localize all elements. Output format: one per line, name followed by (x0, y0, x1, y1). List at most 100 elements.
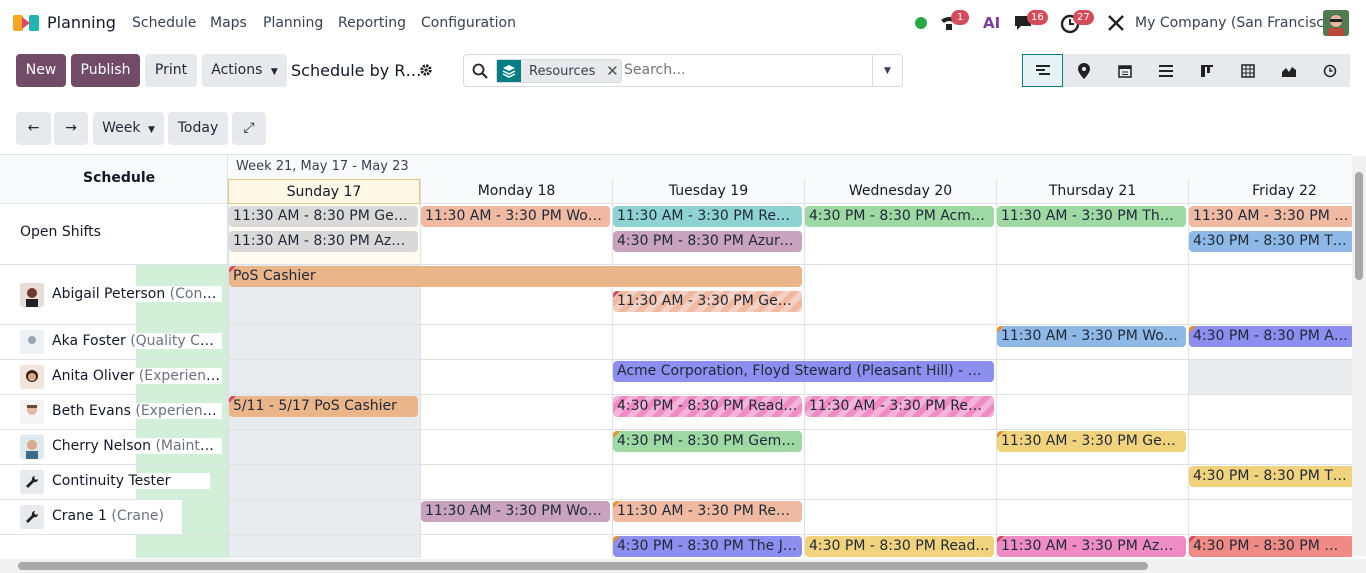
shift-pill[interactable]: 4:30 PM - 8:30 PM Ready … (805, 536, 994, 557)
employee-name: Continuity Tester (52, 473, 171, 489)
vertical-scrollbar[interactable] (1352, 156, 1366, 556)
facet-label: Resources (529, 63, 596, 79)
row-open-shifts[interactable]: Open Shifts (0, 204, 228, 265)
shift-pill[interactable]: 11:30 AM - 3:30 PM Wood … (997, 326, 1186, 347)
activity-badge: 1 (951, 10, 969, 25)
menu-configuration[interactable]: Configuration (421, 15, 516, 31)
shift-pill[interactable]: 4:30 PM - 8:30 PM Gemini … (613, 431, 802, 452)
close-icon[interactable]: ✕ (603, 62, 621, 80)
menu-planning[interactable]: Planning (263, 15, 323, 31)
gear-icon[interactable] (419, 63, 433, 77)
menu-reporting[interactable]: Reporting (338, 15, 406, 31)
scroll-thumb[interactable] (1355, 172, 1363, 280)
shift-pill[interactable]: 4:30 PM - 8:30 PM Wood (1189, 536, 1352, 557)
row-cherry-nelson[interactable]: Cherry Nelson (Maintena… (0, 430, 228, 465)
pivot-view-button[interactable] (1227, 54, 1268, 87)
row-crane-1[interactable]: Crane 1 (Crane) (0, 500, 228, 535)
gantt-icon (1035, 64, 1050, 75)
view-switcher (1022, 54, 1350, 87)
next-button[interactable]: → (54, 112, 88, 145)
search-facet: Resources ✕ (496, 59, 623, 83)
caret-down-icon: ▼ (270, 67, 278, 77)
previous-button[interactable]: ← (16, 112, 51, 145)
employee-role: (Maintena… (155, 438, 222, 454)
shift-pill[interactable]: 11:30 AM - 3:30 PM Gemini… (613, 291, 802, 312)
shift-pill[interactable]: 4:30 PM - 8:30 PM Ready … (613, 396, 802, 417)
shift-pill[interactable]: 11:30 AM - 3:30 PM Wood … (421, 206, 610, 227)
kanban-icon (1200, 64, 1213, 77)
new-button[interactable]: New (16, 54, 66, 87)
clock-icon (1323, 64, 1336, 77)
shift-pill[interactable]: 11:30 AM - 3:30 PM Ready … (613, 206, 802, 227)
shift-pill[interactable]: 5/11 - 5/17 PoS Cashier (229, 396, 418, 417)
employee-role: (Consul… (169, 286, 222, 302)
calendar-icon (1117, 64, 1132, 78)
allocation-fill (136, 535, 227, 558)
shift-pill[interactable]: 11:30 AM - 3:30 PM Ready … (613, 501, 802, 522)
expand-icon: ⤢ (243, 120, 255, 136)
expand-button[interactable]: ⤢ (232, 112, 266, 145)
graph-view-button[interactable] (1268, 54, 1309, 87)
shift-pill[interactable]: 11:30 AM - 3:30 PM Ready (1189, 206, 1352, 227)
shift-pill[interactable]: 4:30 PM - 8:30 PM Azure I (1189, 326, 1352, 347)
company-switcher[interactable]: My Company (San Francisco) (1135, 15, 1338, 31)
row-beth-evans[interactable]: Beth Evans (Experienced… (0, 395, 228, 430)
menu-maps[interactable]: Maps (210, 15, 247, 31)
row-line (228, 465, 1352, 500)
presence-status-icon (915, 17, 927, 29)
ai-icon[interactable]: AI (983, 12, 1005, 34)
shift-pill[interactable]: 11:30 AM - 3:30 PM Gemini… (997, 431, 1186, 452)
day-header-tuesday: Tuesday 19 (612, 179, 804, 204)
shift-pill[interactable]: 4:30 PM - 8:30 PM Acme C… (805, 206, 994, 227)
page-title: Schedule by R… (291, 61, 422, 80)
shift-pill[interactable]: 11:30 AM - 3:30 PM Azure I… (997, 536, 1186, 557)
avatar (20, 283, 44, 307)
search-options-toggle[interactable]: ▼ (872, 55, 902, 86)
app-name[interactable]: Planning (47, 13, 116, 32)
shift-pill[interactable]: 11:30 AM - 3:30 PM Wood … (421, 501, 610, 522)
row-abigail-peterson[interactable]: Abigail Peterson (Consul… (0, 265, 228, 325)
shift-pill[interactable]: 11:30 AM - 8:30 PM Gemini… (229, 206, 418, 227)
row-aka-foster[interactable]: Aka Foster (Quality Cont… (0, 325, 228, 360)
messages-badge: 16 (1027, 10, 1048, 25)
row-partial (0, 535, 228, 558)
shift-pill[interactable]: Acme Corporation, Floyd Steward (Pleasan… (613, 361, 994, 382)
menu-schedule[interactable]: Schedule (132, 15, 196, 31)
shift-pill[interactable]: 11:30 AM - 8:30 PM Azure I… (229, 231, 418, 252)
calendar-view-button[interactable] (1104, 54, 1145, 87)
shift-pill[interactable]: 4:30 PM - 8:30 PM The Ja (1189, 466, 1352, 487)
kanban-view-button[interactable] (1186, 54, 1227, 87)
row-continuity-tester[interactable]: Continuity Tester (0, 465, 228, 500)
scale-dropdown[interactable]: Week ▼ (93, 112, 164, 145)
row-anita-oliver[interactable]: Anita Oliver (Experience… (0, 360, 228, 395)
shift-pill[interactable]: 4:30 PM - 8:30 PM The Jac… (613, 536, 802, 557)
search-input[interactable] (624, 62, 864, 78)
map-view-button[interactable] (1063, 54, 1104, 87)
scroll-thumb[interactable] (18, 562, 1148, 570)
resource-name: Crane 1 (52, 508, 107, 524)
list-view-button[interactable] (1145, 54, 1186, 87)
shift-pill[interactable]: 11:30 AM - 3:30 PM Ready … (805, 396, 994, 417)
arrow-right-icon: → (65, 120, 77, 136)
activity-view-button[interactable] (1309, 54, 1350, 87)
gantt-row-header: Schedule (0, 155, 228, 204)
gantt-view-button[interactable] (1022, 54, 1063, 87)
tools-icon[interactable] (1105, 12, 1127, 34)
publish-button[interactable]: Publish (71, 54, 140, 87)
planning-app-icon[interactable] (13, 12, 39, 34)
user-avatar[interactable] (1323, 10, 1349, 36)
shift-pill[interactable]: 11:30 AM - 3:30 PM The Ja… (997, 206, 1186, 227)
avatar (20, 435, 44, 459)
horizontal-scrollbar[interactable] (0, 559, 1366, 573)
caret-down-icon: ▼ (884, 65, 891, 76)
print-button[interactable]: Print (145, 54, 197, 87)
actions-button[interactable]: Actions ▼ (202, 54, 287, 87)
shift-pill[interactable]: 4:30 PM - 8:30 PM The Jac (1189, 231, 1352, 252)
day-header-monday: Monday 18 (420, 179, 612, 204)
row-label: Beth Evans (Experienced… (52, 403, 222, 419)
day-header-thursday: Thursday 21 (996, 179, 1188, 204)
shift-pill[interactable]: 4:30 PM - 8:30 PM Azure In… (613, 231, 802, 252)
shift-pill[interactable]: PoS Cashier (229, 266, 802, 287)
today-button[interactable]: Today (168, 112, 228, 145)
search-bar[interactable]: Resources ✕ ▼ (463, 54, 903, 87)
